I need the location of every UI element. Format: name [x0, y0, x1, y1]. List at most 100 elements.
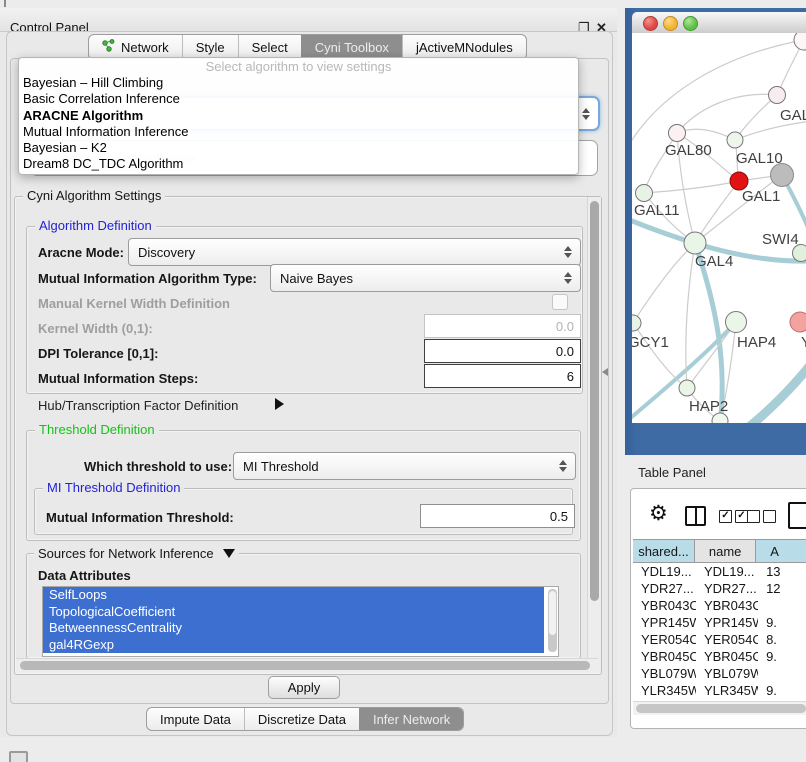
- cyni-bottom-tabbar: Impute Data Discretize Data Infer Networ…: [146, 707, 464, 731]
- network-icon: [102, 39, 115, 55]
- zoom-traffic-light[interactable]: [683, 16, 698, 31]
- kernel-width-label: Kernel Width (0,1):: [38, 321, 153, 336]
- node-label: Y: [801, 334, 806, 351]
- tab-select[interactable]: Select: [238, 35, 301, 59]
- node-salmon[interactable]: [790, 312, 806, 332]
- algorithm-dropdown-popup: Select algorithm to view settings Bayesi…: [18, 57, 579, 175]
- tab-infer-network[interactable]: Infer Network: [359, 708, 463, 730]
- panel-collapse-handle[interactable]: [602, 368, 608, 376]
- document-icon[interactable]: [788, 502, 806, 529]
- split-panel-icon[interactable]: [685, 506, 706, 526]
- column-header-name[interactable]: name: [695, 539, 756, 563]
- node-gal11[interactable]: [636, 185, 653, 202]
- table-row[interactable]: YBR043C YBR043C: [633, 597, 806, 614]
- node-label: SWI4: [762, 231, 799, 248]
- table-row[interactable]: YER054C YER054C 8.: [633, 631, 806, 648]
- node-hap4[interactable]: [726, 312, 747, 333]
- settings-horizontal-scrollbar[interactable]: [16, 658, 598, 673]
- node[interactable]: [769, 87, 786, 104]
- edge[interactable]: [695, 243, 722, 423]
- algorithm-option[interactable]: Mutual Information Inference: [19, 124, 578, 140]
- table-panel: ⚙ ✓✓ shared... name A YDL19... YDL19... …: [630, 488, 806, 729]
- node-label: GCY1: [632, 334, 669, 351]
- node-gal10[interactable]: [727, 132, 743, 148]
- dpi-tolerance-label: DPI Tolerance [0,1]:: [38, 346, 158, 361]
- node-gal4[interactable]: [684, 232, 706, 254]
- mi-type-label: Mutual Information Algorithm Type:: [38, 271, 257, 286]
- list-item[interactable]: gal4RGexp: [43, 637, 544, 654]
- gear-icon[interactable]: ⚙: [649, 501, 668, 526]
- select-all-checkboxes-icon[interactable]: ✓✓: [719, 510, 748, 523]
- minimize-traffic-light[interactable]: [663, 16, 678, 31]
- collapsed-panel-icon[interactable]: [9, 751, 28, 762]
- mi-steps-field[interactable]: 6: [424, 364, 581, 388]
- mi-steps-label: Mutual Information Steps:: [38, 371, 198, 386]
- tab-label: Network: [121, 40, 169, 55]
- network-view-window: GAL GAL80 GAL10 GAL1 GAL11 SWI4 GAL4 GCY…: [625, 8, 806, 455]
- aracne-mode-combo[interactable]: Discovery: [128, 238, 581, 266]
- table-horizontal-scrollbar[interactable]: [633, 701, 806, 715]
- node-label: HAP2: [689, 398, 728, 415]
- column-header-shared-name[interactable]: shared...: [633, 539, 695, 563]
- data-attributes-list: SelfLoops TopologicalCoefficient Between…: [42, 586, 559, 657]
- spinner-icon: [559, 460, 567, 472]
- network-window-titlebar: [632, 12, 806, 34]
- collapse-arrow-icon[interactable]: [223, 549, 235, 558]
- tab-style[interactable]: Style: [182, 35, 238, 59]
- tab-network[interactable]: Network: [89, 35, 182, 59]
- table-row[interactable]: YDR27... YDR27... 12: [633, 580, 806, 597]
- deselect-all-checkboxes-icon[interactable]: [747, 510, 776, 523]
- edge[interactable]: [745, 363, 806, 423]
- algorithm-option[interactable]: Bayesian – Hill Climbing: [19, 75, 578, 91]
- table-row[interactable]: YLR345W YLR345W 9.: [633, 682, 806, 699]
- node-label: HAP4: [737, 334, 776, 351]
- node-label: GAL80: [665, 142, 712, 159]
- node[interactable]: [794, 33, 806, 50]
- group-title: MI Threshold Definition: [43, 480, 184, 495]
- apply-button[interactable]: Apply: [268, 676, 340, 699]
- hub-definition-label: Hub/Transcription Factor Definition: [38, 398, 238, 413]
- node-gcy1[interactable]: [632, 315, 641, 331]
- tab-impute-data[interactable]: Impute Data: [147, 708, 244, 730]
- spinner-icon: [564, 272, 572, 284]
- expand-arrow-icon[interactable]: [275, 398, 284, 410]
- mi-type-combo[interactable]: Naive Bayes: [270, 264, 581, 292]
- mi-threshold-label: Mutual Information Threshold:: [46, 510, 234, 525]
- node-label: GAL11: [634, 202, 680, 219]
- node-gal80[interactable]: [669, 125, 686, 142]
- node-hap2[interactable]: [679, 380, 695, 396]
- column-header-partial[interactable]: A: [756, 539, 806, 563]
- table-row[interactable]: YBR045C YBR045C 9.: [633, 648, 806, 665]
- list-scrollbar[interactable]: [548, 589, 557, 652]
- mi-threshold-field[interactable]: 0.5: [420, 504, 575, 528]
- edge[interactable]: [644, 181, 739, 193]
- node-label: GAL10: [736, 150, 783, 167]
- tab-cyni-toolbox[interactable]: Cyni Toolbox: [301, 35, 402, 59]
- dpi-tolerance-field[interactable]: 0.0: [424, 339, 581, 363]
- edge[interactable]: [735, 95, 777, 140]
- algorithm-option[interactable]: Bayesian – K2: [19, 140, 578, 156]
- table-header-row: shared... name A: [633, 539, 806, 563]
- manual-kernel-checkbox[interactable]: [552, 294, 568, 310]
- algorithm-option[interactable]: Dream8 DC_TDC Algorithm: [19, 156, 578, 172]
- tab-discretize-data[interactable]: Discretize Data: [244, 708, 359, 730]
- which-threshold-combo[interactable]: MI Threshold: [233, 452, 576, 480]
- list-item[interactable]: TopologicalCoefficient: [43, 604, 544, 621]
- close-traffic-light[interactable]: [643, 16, 658, 31]
- table-row[interactable]: YBL079W YBL079W: [633, 665, 806, 682]
- table-row[interactable]: YPR145W YPR145W 9.: [633, 614, 806, 631]
- edge[interactable]: [633, 243, 695, 323]
- list-item[interactable]: BetweennessCentrality: [43, 620, 544, 637]
- list-item[interactable]: SelfLoops: [43, 587, 544, 604]
- group-title: Algorithm Definition: [35, 218, 156, 233]
- tab-jactivemnodules[interactable]: jActiveMNodules: [402, 35, 526, 59]
- settings-vertical-scrollbar[interactable]: [587, 197, 601, 672]
- algorithm-option-selected[interactable]: ARACNE Algorithm: [19, 108, 578, 124]
- kernel-width-field[interactable]: 0.0: [424, 314, 581, 338]
- edge[interactable]: [677, 94, 777, 133]
- algorithm-option[interactable]: Basic Correlation Inference: [19, 91, 578, 107]
- node-label: GAL: [780, 107, 806, 124]
- network-canvas[interactable]: GAL GAL80 GAL10 GAL1 GAL11 SWI4 GAL4 GCY…: [632, 33, 806, 423]
- table-body: YDL19... YDL19... 13 YDR27... YDR27... 1…: [633, 563, 806, 701]
- table-row[interactable]: YDL19... YDL19... 13: [633, 563, 806, 580]
